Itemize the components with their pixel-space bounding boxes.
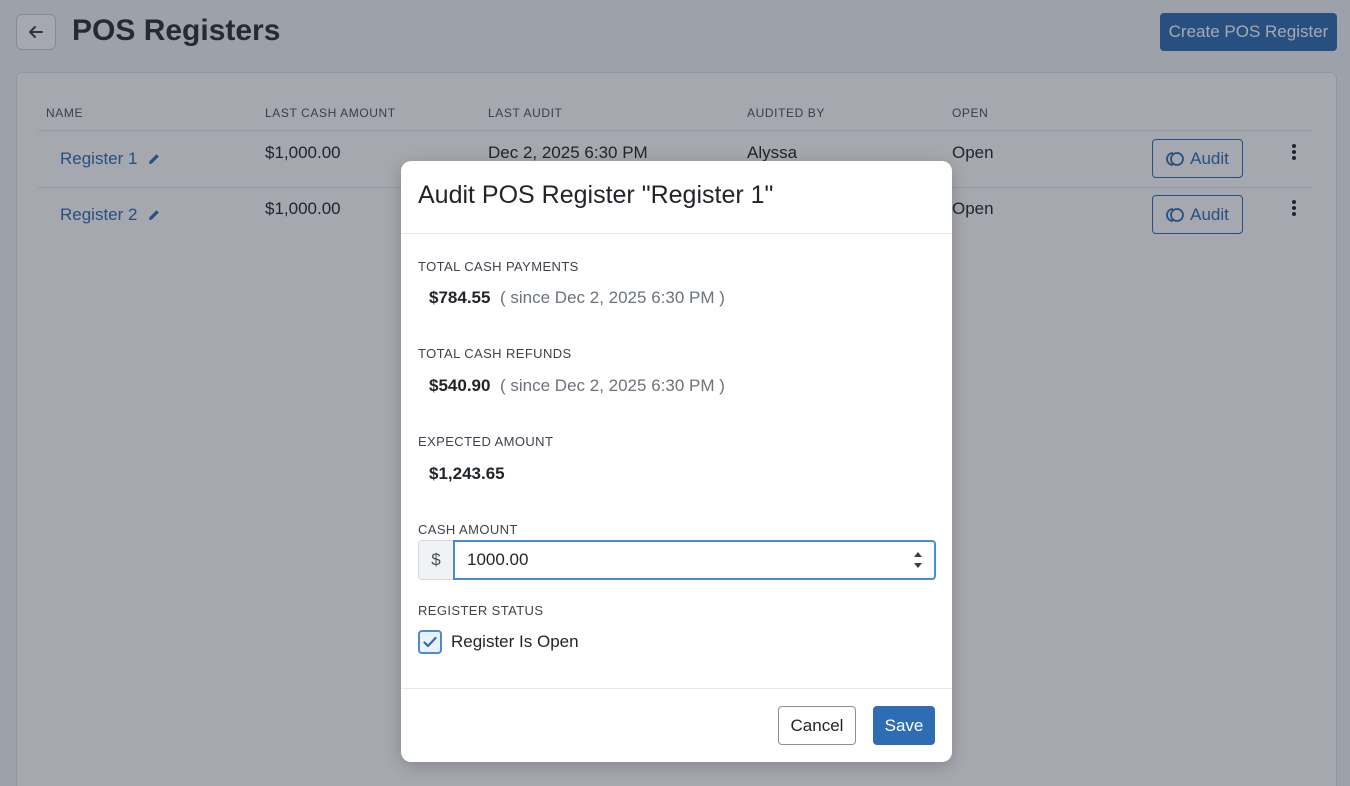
number-spinner-icon[interactable]: [912, 548, 924, 572]
cash-amount-label: CASH AMOUNT: [418, 522, 518, 537]
total-cash-payments-value: $784.55: [429, 288, 491, 307]
modal-header-divider: [401, 233, 952, 234]
register-open-checkbox[interactable]: [418, 630, 442, 654]
currency-prefix: $: [418, 540, 453, 580]
total-cash-refunds-value: $540.90: [429, 376, 491, 395]
modal-footer-divider: [401, 688, 952, 689]
total-cash-payments-label: TOTAL CASH PAYMENTS: [418, 259, 579, 274]
expected-amount-label: EXPECTED AMOUNT: [418, 434, 554, 449]
register-status-label: REGISTER STATUS: [418, 603, 544, 618]
register-open-label[interactable]: Register Is Open: [451, 632, 579, 652]
cancel-button[interactable]: Cancel: [778, 706, 856, 745]
checkmark-icon: [423, 636, 437, 648]
cash-amount-input[interactable]: [453, 540, 936, 580]
save-button[interactable]: Save: [873, 706, 935, 745]
total-cash-refunds-label: TOTAL CASH REFUNDS: [418, 346, 572, 361]
expected-amount-value: $1,243.65: [429, 464, 505, 483]
cash-amount-group: $: [418, 540, 936, 580]
audit-modal: Audit POS Register "Register 1" TOTAL CA…: [401, 161, 952, 762]
total-cash-refunds-since: ( since Dec 2, 2025 6:30 PM ): [500, 376, 725, 395]
modal-title: Audit POS Register "Register 1": [418, 181, 774, 209]
total-cash-payments-since: ( since Dec 2, 2025 6:30 PM ): [500, 288, 725, 307]
